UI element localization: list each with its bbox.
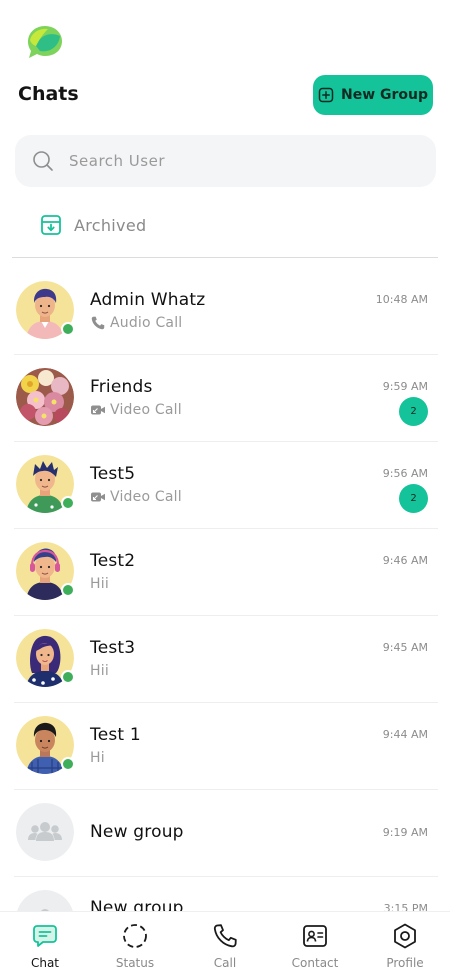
online-indicator (61, 670, 75, 684)
chat-name: New group (90, 822, 184, 842)
online-indicator (61, 757, 75, 771)
online-indicator (61, 583, 75, 597)
chat-item-admin-whatz[interactable]: Admin Whatz Audio Call 10:48 AM (0, 268, 450, 355)
profile-icon (394, 923, 416, 949)
add-square-icon (318, 87, 334, 103)
archive-icon (41, 215, 61, 235)
nav-label: Call (213, 956, 237, 970)
chat-item-new-group[interactable]: New group 9:19 AM (0, 790, 450, 877)
page-title: Chats (18, 83, 79, 105)
chat-item-test5[interactable]: Test5 Video Call 9:56 AM 2 (0, 442, 450, 529)
avatar (16, 368, 74, 426)
nav-status[interactable]: Status (90, 912, 180, 975)
archived-label: Archived (74, 215, 147, 235)
app-logo (22, 20, 66, 64)
chat-subtitle: Audio Call (90, 315, 182, 331)
divider (12, 257, 438, 258)
online-indicator (61, 322, 75, 336)
nav-label: Status (115, 956, 155, 970)
video-icon (91, 405, 105, 415)
unread-badge: 2 (399, 484, 428, 513)
chat-subtitle: Video Call (90, 489, 182, 505)
chat-name: Test3 (90, 638, 136, 658)
chat-name: Test5 (90, 464, 136, 484)
search-icon (33, 151, 53, 171)
nav-call[interactable]: Call (180, 912, 270, 975)
bottom-nav: Chat Status Call Contact Profile (0, 911, 450, 975)
chat-name: Friends (90, 377, 153, 397)
contact-icon (303, 925, 327, 947)
chat-item-test3[interactable]: Test3 Hii 9:45 AM (0, 616, 450, 703)
avatar (16, 803, 74, 861)
chat-time: 9:19 AM (382, 826, 428, 839)
chat-subtitle: Hi (90, 750, 105, 766)
nav-profile[interactable]: Profile (360, 912, 450, 975)
online-indicator (61, 496, 75, 510)
archived-row[interactable]: Archived (40, 210, 146, 240)
search-input[interactable] (69, 152, 369, 170)
chat-time: 9:56 AM (382, 467, 428, 480)
chat-name: Admin Whatz (90, 290, 206, 310)
chat-item-test-1[interactable]: Test 1 Hi 9:44 AM (0, 703, 450, 790)
chat-subtitle: Video Call (90, 402, 182, 418)
nav-contact[interactable]: Contact (270, 912, 360, 975)
status-icon (123, 924, 147, 948)
chat-time: 9:59 AM (382, 380, 428, 393)
nav-label: Chat (30, 956, 60, 970)
video-icon (91, 492, 105, 502)
header: Chats New Group (0, 74, 450, 118)
chat-subtitle: Hii (90, 663, 109, 679)
chat-name: Test2 (90, 551, 136, 571)
unread-badge: 2 (399, 397, 428, 426)
chat-time: 9:44 AM (382, 728, 428, 741)
group-icon (16, 803, 74, 861)
chat-subtitle: Hii (90, 576, 109, 592)
chat-time: 10:48 AM (375, 293, 428, 306)
chat-item-friends[interactable]: Friends Video Call 9:59 AM 2 (0, 355, 450, 442)
call-icon (213, 924, 237, 948)
phone-icon (91, 316, 105, 330)
nav-chat[interactable]: Chat (0, 912, 90, 975)
search-bar[interactable] (15, 135, 436, 187)
new-group-button[interactable]: New Group (313, 75, 433, 115)
new-group-label: New Group (340, 87, 429, 103)
chat-list: Admin Whatz Audio Call 10:48 AM Friends … (0, 268, 450, 964)
chat-time: 9:46 AM (382, 554, 428, 567)
chat-time: 9:45 AM (382, 641, 428, 654)
chat-name: Test 1 (90, 725, 141, 745)
nav-label: Contact (291, 956, 339, 970)
chat-icon (33, 925, 57, 947)
chat-item-test2[interactable]: Test2 Hii 9:46 AM (0, 529, 450, 616)
nav-label: Profile (386, 956, 424, 970)
